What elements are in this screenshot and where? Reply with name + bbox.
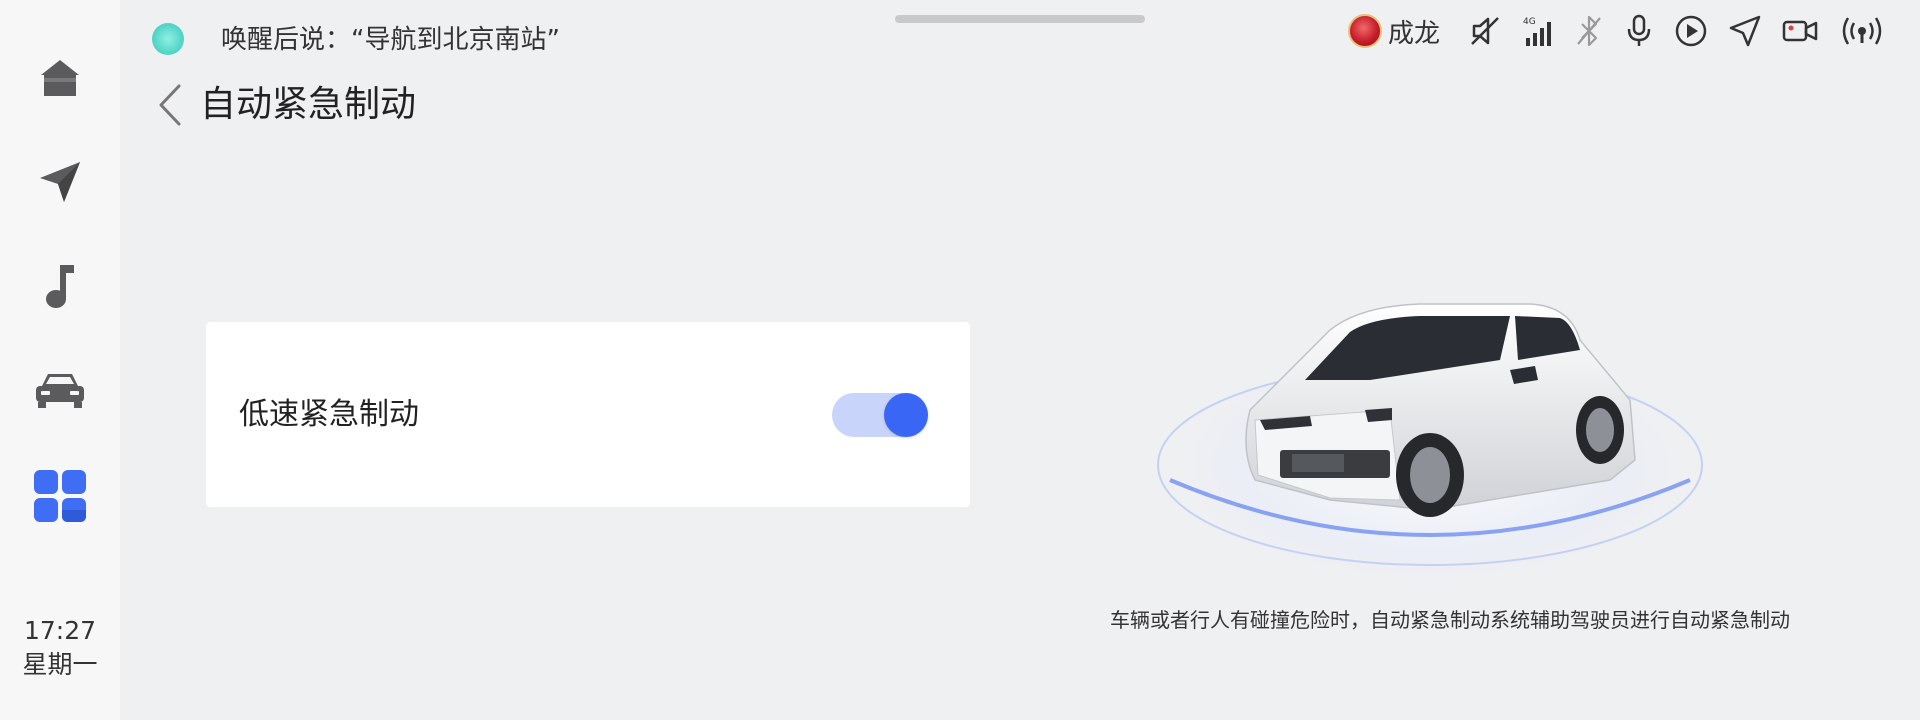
home-icon <box>41 60 79 96</box>
user-name: 成龙 <box>1387 18 1440 49</box>
music-icon <box>46 265 74 308</box>
camera-button[interactable] <box>1782 10 1818 52</box>
chevron-left-icon <box>159 84 181 126</box>
feature-description: 车辆或者行人有碰撞危险时，自动紧急制动系统辅助驾驶员进行自动紧急制动 <box>1110 608 1790 632</box>
sidebar: 17:27 星期一 <box>0 0 120 720</box>
location-icon <box>1729 15 1761 47</box>
status-bar: 成龙 4G <box>1347 10 1886 52</box>
bluetooth-status[interactable] <box>1574 10 1604 52</box>
sidebar-item-apps[interactable] <box>20 456 100 536</box>
drag-handle[interactable] <box>895 15 1145 23</box>
mute-status[interactable] <box>1468 10 1502 52</box>
clock: 17:27 星期一 <box>0 614 120 682</box>
signal-label: 4G <box>1523 17 1536 27</box>
broadcast-icon <box>1842 17 1882 45</box>
sidebar-item-home[interactable] <box>20 38 100 118</box>
location-button[interactable] <box>1728 10 1762 52</box>
sidebar-item-navigation[interactable] <box>20 142 100 222</box>
apps-icon <box>34 470 86 522</box>
camera-icon <box>1782 20 1818 42</box>
signal-status: 4G <box>1522 10 1554 52</box>
bluetooth-off-icon <box>1577 15 1601 47</box>
voice-hint-text: 唤醒后说：“导航到北京南站” <box>221 25 560 55</box>
microphone-icon <box>1627 14 1651 46</box>
avatar <box>1347 14 1382 48</box>
broadcast-button[interactable] <box>1838 10 1886 52</box>
media-play-button[interactable] <box>1674 10 1708 52</box>
microphone-button[interactable] <box>1624 10 1654 52</box>
signal-4g-icon: 4G <box>1523 17 1551 46</box>
clock-weekday: 星期一 <box>22 650 98 679</box>
user-profile[interactable]: 成龙 <box>1347 10 1440 52</box>
clock-time: 17:27 <box>23 616 97 645</box>
voice-assistant-indicator[interactable] <box>152 23 184 55</box>
navigation-icon <box>40 162 80 202</box>
mute-icon <box>1471 17 1499 45</box>
sidebar-item-music[interactable] <box>20 246 100 326</box>
sidebar-item-vehicle[interactable] <box>20 350 100 430</box>
setting-label: 低速紧急制动 <box>239 397 419 432</box>
toggle-knob <box>884 393 928 437</box>
low-speed-aeb-toggle[interactable] <box>832 393 928 437</box>
car-icon <box>36 374 84 408</box>
back-button[interactable] <box>150 80 190 130</box>
car-illustration <box>1150 303 1710 595</box>
page-title: 自动紧急制动 <box>200 84 417 125</box>
play-icon <box>1675 15 1707 47</box>
setting-card: 低速紧急制动 <box>206 322 970 507</box>
